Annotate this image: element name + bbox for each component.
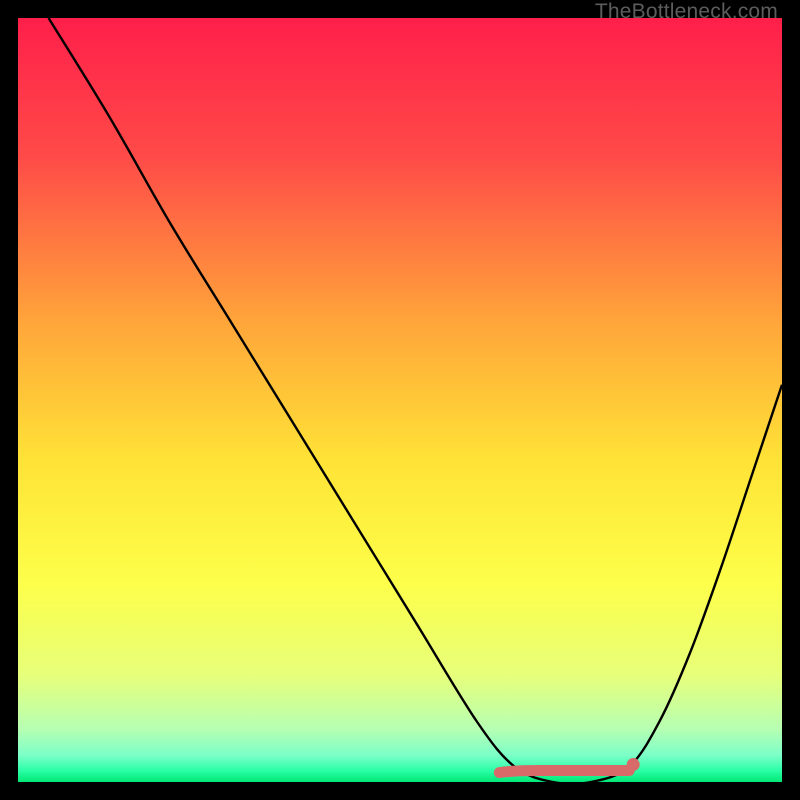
bottleneck-chart xyxy=(18,18,782,782)
optimal-zone-end-dot xyxy=(627,758,640,771)
optimal-zone-marker xyxy=(499,771,629,773)
chart-frame xyxy=(18,18,782,782)
gradient-background xyxy=(18,18,782,782)
watermark-text: TheBottleneck.com xyxy=(595,0,778,24)
